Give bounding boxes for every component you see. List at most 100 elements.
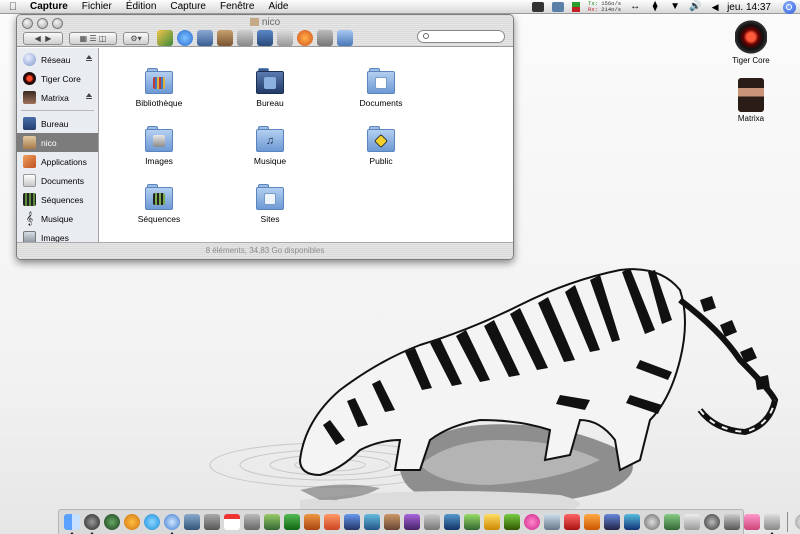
- dock-ical-icon[interactable]: [224, 514, 240, 530]
- dock-app-icon-33[interactable]: [704, 514, 720, 530]
- dock-finder-icon[interactable]: [64, 514, 80, 534]
- dock-app-icon-32[interactable]: [684, 514, 700, 530]
- file-item-musique[interactable]: ♫ Musique: [215, 126, 325, 166]
- dock-acrobat-icon[interactable]: [564, 514, 580, 530]
- dock-app-icon-24[interactable]: [524, 514, 540, 530]
- menu-edition[interactable]: Édition: [119, 0, 164, 14]
- dock-app-icon-8[interactable]: [204, 514, 220, 530]
- dock-app-icon-11[interactable]: [264, 514, 280, 530]
- hal-eye-drive-icon: [735, 20, 767, 54]
- toolbar-app-icon-1[interactable]: [157, 30, 173, 46]
- network-globe-icon: [23, 53, 36, 66]
- dock-app-icon-21[interactable]: [464, 514, 480, 530]
- file-label: Séquences: [137, 214, 181, 224]
- dock-app-icon-17[interactable]: [384, 514, 400, 530]
- dock-app-icon-22[interactable]: [484, 514, 500, 530]
- eject-icon[interactable]: [86, 55, 92, 61]
- menu-fichier[interactable]: Fichier: [75, 0, 119, 14]
- toolbar-app-icon-9[interactable]: [317, 30, 333, 46]
- sidebar-item-applications[interactable]: Applications: [17, 152, 98, 171]
- file-item-public[interactable]: Public: [326, 126, 436, 166]
- dock-app-icon-31[interactable]: [664, 514, 680, 530]
- view-mode-buttons[interactable]: ▦ ☰ ◫: [69, 31, 117, 45]
- dock-app-icon-28[interactable]: [604, 514, 620, 530]
- finder-window: nico ◀ ▶ ▦ ☰ ◫ ⚙▾ Réseau Tiger Core Matr…: [16, 14, 514, 260]
- menubar:  Capture Fichier Édition Capture Fenêtr…: [0, 0, 800, 14]
- dock-adium-duck-icon[interactable]: [124, 514, 140, 530]
- file-item-sites[interactable]: Sites: [215, 184, 325, 224]
- toolbar-app-icon-10[interactable]: [337, 30, 353, 46]
- eject-icon[interactable]: [86, 93, 92, 99]
- menubar-clock[interactable]: jeu. 14:37: [727, 2, 771, 13]
- file-item-images[interactable]: Images: [104, 126, 214, 166]
- file-item-documents[interactable]: Documents: [326, 68, 436, 108]
- dock-app-icon-13[interactable]: [304, 514, 320, 530]
- apple-menu-icon[interactable]: : [0, 1, 26, 13]
- sidebar-item-tiger-core[interactable]: Tiger Core: [17, 69, 98, 88]
- dock-app-icon-34[interactable]: [724, 514, 740, 530]
- dock-app-icon-30[interactable]: [644, 514, 660, 530]
- sidebar-item-reseau[interactable]: Réseau: [17, 50, 98, 69]
- menu-capture[interactable]: Capture: [163, 0, 213, 14]
- sidebar-item-label: Matrixa: [41, 92, 69, 103]
- input-menu-icon[interactable]: ◀: [709, 0, 721, 14]
- monitor-menu-icon[interactable]: [532, 2, 545, 12]
- spotlight-icon[interactable]: [783, 0, 796, 14]
- script-menu-icon[interactable]: [552, 2, 565, 12]
- sidebar-item-label: Images: [41, 232, 69, 243]
- toolbar-app-icon-3[interactable]: [197, 30, 213, 46]
- file-item-bureau[interactable]: Bureau: [215, 68, 325, 108]
- file-item-sequences[interactable]: Séquences: [104, 184, 214, 224]
- desktop-icon-matrixa[interactable]: Matrixa: [716, 78, 786, 123]
- network-stats[interactable]: Tx: 156o/s Rx: 214o/s: [588, 1, 621, 13]
- dock-app-icon-35[interactable]: [744, 514, 760, 530]
- toolbar-app-icon-7[interactable]: [277, 30, 293, 46]
- search-field[interactable]: [417, 30, 505, 43]
- dock-excel-icon[interactable]: [284, 514, 300, 530]
- menu-aide[interactable]: Aide: [261, 0, 295, 14]
- dock-word-icon[interactable]: [344, 514, 360, 530]
- dock-app-icon-2[interactable]: [84, 514, 100, 534]
- window-titlebar[interactable]: nico ◀ ▶ ▦ ☰ ◫ ⚙▾: [17, 15, 513, 47]
- volume-icon[interactable]: 🔊: [689, 0, 701, 14]
- sidebar-item-matrixa[interactable]: Matrixa: [17, 88, 98, 107]
- toolbar-firefox-icon[interactable]: [297, 30, 313, 46]
- desktop-icon-tiger-core[interactable]: Tiger Core: [716, 20, 786, 65]
- search-icon: [423, 33, 429, 39]
- toolbar-safari-icon[interactable]: [177, 30, 193, 46]
- dock-app-icon-29[interactable]: [624, 514, 640, 530]
- network-activity-icon[interactable]: [572, 2, 581, 12]
- dock-safari-icon[interactable]: [164, 514, 180, 534]
- dock-app-icon-36[interactable]: [764, 514, 780, 534]
- dock-app-icon-18[interactable]: [404, 514, 420, 530]
- sidebar-item-musique[interactable]: 𝄞 Musique: [17, 209, 98, 228]
- dock-app-icon-23[interactable]: [504, 514, 520, 530]
- dock-app-icon-25[interactable]: [544, 514, 560, 530]
- sidebar-item-documents[interactable]: Documents: [17, 171, 98, 190]
- dock-app-icon-7[interactable]: [184, 514, 200, 530]
- toolbar-app-icon-6[interactable]: [257, 30, 273, 46]
- matrixa-drive-icon: [738, 78, 764, 112]
- desktop-icon: [23, 117, 36, 130]
- action-menu-button[interactable]: ⚙▾: [123, 31, 149, 45]
- dock-app-icon-20[interactable]: [444, 514, 460, 530]
- toolbar-app-icon-5[interactable]: [237, 30, 253, 46]
- dock-app-icon-3[interactable]: [104, 514, 120, 530]
- menu-fenetre[interactable]: Fenêtre: [213, 0, 261, 14]
- dock-powerpoint-icon[interactable]: [324, 514, 340, 530]
- sidebar-item-nico[interactable]: nico: [17, 133, 98, 152]
- app-menu[interactable]: Capture: [26, 0, 75, 14]
- dock-skype-icon[interactable]: [144, 514, 160, 530]
- bluetooth-icon[interactable]: ⧫: [649, 0, 661, 14]
- dock-app-icon-16[interactable]: [364, 514, 380, 530]
- toolbar-app-icon-4[interactable]: [217, 30, 233, 46]
- sidebar-item-bureau[interactable]: Bureau: [17, 114, 98, 133]
- back-forward-button[interactable]: ◀ ▶: [23, 31, 63, 45]
- sidebar-item-sequences[interactable]: Séquences: [17, 190, 98, 209]
- dock-app-icon-19[interactable]: [424, 514, 440, 530]
- dock-app-icon-27[interactable]: [584, 514, 600, 530]
- wifi-icon[interactable]: ▼: [669, 0, 681, 14]
- sync-arrows-icon[interactable]: ↔: [629, 0, 641, 14]
- dock-app-icon-10[interactable]: [244, 514, 260, 530]
- file-item-bibliotheque[interactable]: Bibliothèque: [104, 68, 214, 108]
